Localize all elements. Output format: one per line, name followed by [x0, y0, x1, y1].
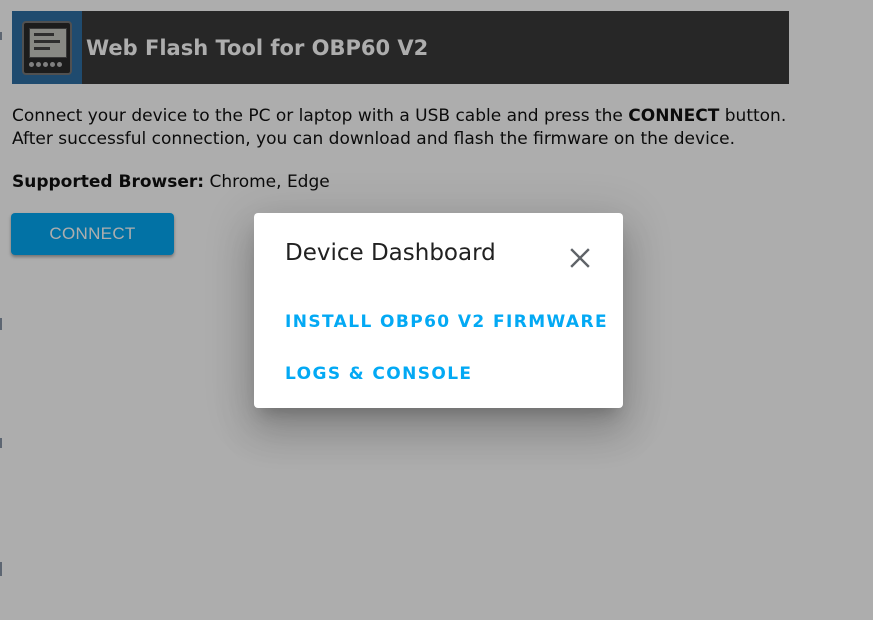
- dialog-title: Device Dashboard: [285, 240, 496, 266]
- close-icon[interactable]: [568, 246, 592, 270]
- logs-console-button[interactable]: LOGS & CONSOLE: [285, 364, 472, 384]
- install-firmware-button[interactable]: INSTALL OBP60 V2 FIRMWARE: [285, 312, 608, 332]
- device-dashboard-dialog: Device Dashboard INSTALL OBP60 V2 FIRMWA…: [254, 213, 623, 408]
